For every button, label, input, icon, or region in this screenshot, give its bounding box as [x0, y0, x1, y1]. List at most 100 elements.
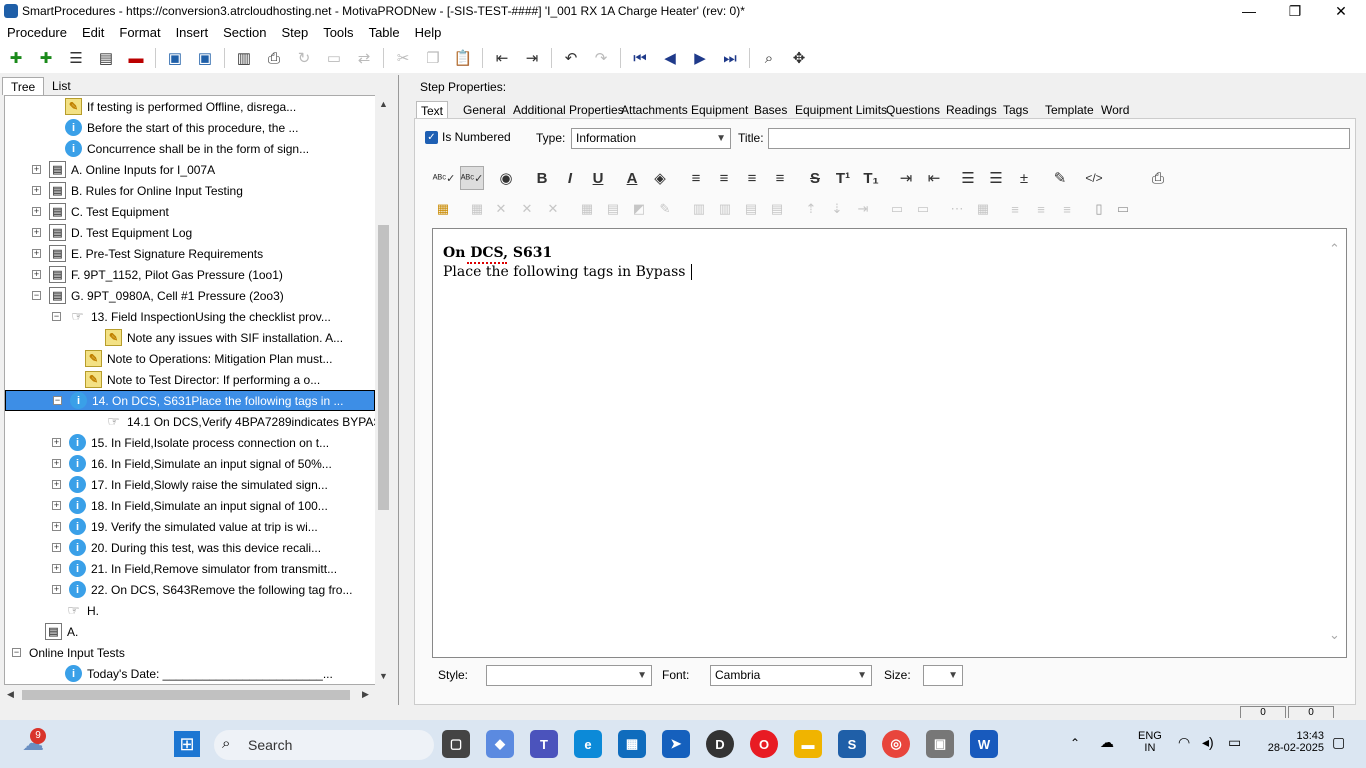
notification-icon[interactable]: ▢: [1332, 734, 1345, 751]
delete-icon[interactable]: ▬: [124, 46, 148, 70]
tab-equipment-limits[interactable]: Equipment Limits: [791, 101, 891, 119]
align-center-icon[interactable]: ≡: [712, 166, 736, 190]
preview-icon[interactable]: ▭: [322, 46, 346, 70]
tree-vertical-scrollbar[interactable]: ▲ ▼: [375, 95, 392, 685]
tree-node[interactable]: + i 21. In Field,Remove simulator from tra…: [5, 558, 375, 579]
underline-icon[interactable]: U: [586, 166, 610, 190]
teams-icon[interactable]: T: [530, 730, 558, 758]
expand-icon[interactable]: +: [52, 438, 61, 447]
tree-node[interactable]: ✎ If testing is performed Offline, disreg…: [5, 96, 375, 117]
horizontal-rule-icon[interactable]: ±: [1012, 166, 1036, 190]
insert-table-icon[interactable]: ▦: [432, 198, 454, 220]
distribute-rows-icon[interactable]: ▦: [972, 198, 994, 220]
menu-tools[interactable]: Tools: [323, 25, 353, 40]
tree-node[interactable]: + ▤ E. Pre-Test Signature Requirements: [5, 243, 375, 264]
tab-template[interactable]: Template: [1041, 101, 1098, 119]
tab-tags[interactable]: Tags: [999, 101, 1032, 119]
spellcheck-icon[interactable]: ᴬᴮᶜ✓: [432, 166, 456, 190]
highlight-icon[interactable]: ◈: [648, 166, 672, 190]
task-view-icon[interactable]: ▢: [442, 730, 470, 758]
editor-scroll-down-icon[interactable]: ⌄: [1329, 627, 1340, 643]
tree-node[interactable]: + i 18. In Field,Simulate an input signal …: [5, 495, 375, 516]
tab-attachments[interactable]: Attachments: [617, 101, 692, 119]
expand-icon[interactable]: +: [52, 543, 61, 552]
start-icon[interactable]: ⊞: [174, 731, 200, 757]
volume-icon[interactable]: ◂): [1202, 734, 1214, 751]
close-button[interactable]: ✕: [1318, 0, 1364, 22]
vertical-scroll-thumb[interactable]: [378, 225, 389, 510]
subscript-icon[interactable]: T₁: [859, 166, 883, 190]
html-source-icon[interactable]: </>: [1082, 166, 1106, 190]
font-select[interactable]: Cambria ▼: [710, 665, 872, 686]
align-right-icon[interactable]: ≡: [740, 166, 764, 190]
align-left-icon[interactable]: ≡: [684, 166, 708, 190]
tree-node[interactable]: ✎ Note to Test Director: If performing a …: [5, 369, 375, 390]
bold-icon[interactable]: B: [530, 166, 554, 190]
menu-table[interactable]: Table: [369, 25, 400, 40]
tree-node[interactable]: + i 22. On DCS, S643Remove the following t…: [5, 579, 375, 600]
chrome-icon[interactable]: ◎: [882, 730, 910, 758]
tab-word[interactable]: Word: [1097, 101, 1133, 119]
tree-node[interactable]: i Before the start of this procedure, the…: [5, 117, 375, 138]
increase-indent-icon[interactable]: ⇥: [894, 166, 918, 190]
menu-insert[interactable]: Insert: [176, 25, 209, 40]
table-align-left-icon[interactable]: ≡: [1004, 198, 1026, 220]
menu-help[interactable]: Help: [415, 25, 442, 40]
insert-row-icon[interactable]: ▤: [740, 198, 762, 220]
tree-node[interactable]: ✎ Note any issues with SIF installation. …: [5, 327, 375, 348]
collapse-icon[interactable]: −: [32, 291, 41, 300]
outline-icon[interactable]: ▤: [94, 46, 118, 70]
tree-node[interactable]: + ▤ D. Test Equipment Log: [5, 222, 375, 243]
delete-row-icon[interactable]: ✕: [490, 198, 512, 220]
tree-node[interactable]: ▤ A.: [5, 621, 375, 642]
menu-edit[interactable]: Edit: [82, 25, 104, 40]
tab-additional-properties[interactable]: Additional Properties: [509, 101, 628, 119]
menu-step[interactable]: Step: [281, 25, 308, 40]
tab-equipment[interactable]: Equipment: [687, 101, 752, 119]
scroll-right-icon[interactable]: ▶: [362, 689, 369, 700]
insert-column-right-icon[interactable]: ▥: [714, 198, 736, 220]
print-icon[interactable]: ⎙: [262, 46, 286, 70]
collapse-icon[interactable]: −: [52, 312, 61, 321]
tree-node[interactable]: i Concurrence shall be in the form of sig…: [5, 138, 375, 159]
tree-node[interactable]: − i 14. On DCS, S631Place the following ta…: [5, 390, 375, 411]
search-box[interactable]: ⌕ Search: [214, 730, 434, 760]
tree-node[interactable]: + ▤ F. 9PT_1152, Pilot Gas Pressure (1oo1): [5, 264, 375, 285]
size-select[interactable]: ▼: [923, 665, 963, 686]
find-icon[interactable]: ⌕: [757, 46, 781, 70]
copy-icon[interactable]: ❐: [421, 46, 445, 70]
first-icon[interactable]: ⏮: [628, 46, 652, 70]
vpn-icon[interactable]: ➤: [662, 730, 690, 758]
next-icon[interactable]: ▶: [688, 46, 712, 70]
copilot-icon[interactable]: ◆: [486, 730, 514, 758]
expand-icon[interactable]: +: [32, 186, 41, 195]
print-preview-icon[interactable]: ⎙: [1146, 166, 1170, 190]
indent-list-icon[interactable]: ☰: [64, 46, 88, 70]
paste-icon[interactable]: 📋: [451, 46, 475, 70]
menu-procedure[interactable]: Procedure: [7, 25, 67, 40]
scroll-up-icon[interactable]: ▲: [379, 99, 388, 109]
expand-icon[interactable]: +: [52, 480, 61, 489]
tree-node[interactable]: ✎ Note to Operations: Mitigation Plan mus…: [5, 348, 375, 369]
tree-node[interactable]: ☞ H.: [5, 600, 375, 621]
clock[interactable]: 13:43 28-02-2025: [1260, 730, 1324, 754]
italic-icon[interactable]: I: [558, 166, 582, 190]
pane-splitter[interactable]: [398, 75, 408, 705]
share-icon[interactable]: ⇄: [352, 46, 376, 70]
expand-icon[interactable]: +: [52, 459, 61, 468]
table-align-right-icon[interactable]: ≡: [1056, 198, 1078, 220]
superscript-icon[interactable]: T¹: [831, 166, 855, 190]
table-properties-icon[interactable]: ▦: [466, 198, 488, 220]
table-align-center-icon[interactable]: ≡: [1030, 198, 1052, 220]
style-select[interactable]: ▼: [486, 665, 652, 686]
smartprocedures-icon[interactable]: S: [838, 730, 866, 758]
collapse-icon[interactable]: −: [12, 648, 21, 657]
store-icon[interactable]: ▦: [618, 730, 646, 758]
undo-icon[interactable]: ↶: [559, 46, 583, 70]
move-down-icon[interactable]: ⇣: [826, 198, 848, 220]
tree-node[interactable]: + ▤ A. Online Inputs for I_007A: [5, 159, 375, 180]
wifi-icon[interactable]: ◠: [1178, 734, 1190, 751]
tree-node[interactable]: + i 17. In Field,Slowly raise the simulate…: [5, 474, 375, 495]
decrease-indent-icon[interactable]: ⇤: [922, 166, 946, 190]
expand-icon[interactable]: +: [32, 249, 41, 258]
